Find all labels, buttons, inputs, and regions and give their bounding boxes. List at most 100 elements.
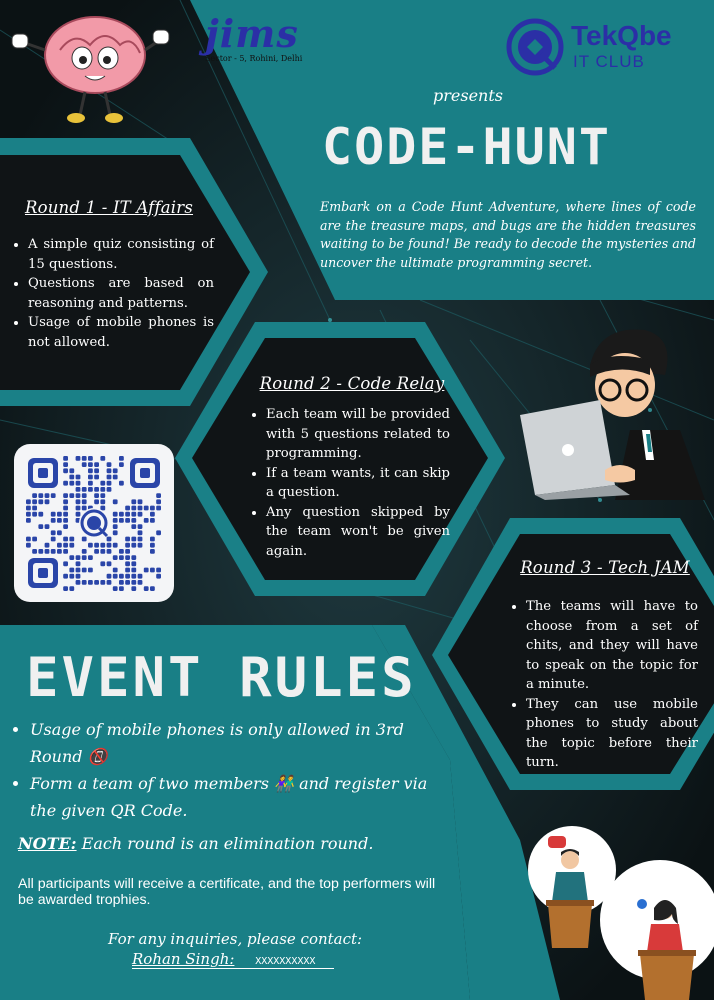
qr-module (94, 580, 99, 585)
qr-module (106, 542, 112, 548)
qr-module (88, 542, 93, 548)
qr-module (63, 518, 68, 523)
qr-module (131, 511, 137, 517)
qr-module (125, 511, 130, 517)
qr-module (119, 511, 124, 517)
qr-module (57, 518, 62, 523)
qr-module (100, 456, 106, 461)
event-rule-text: Form a team of two members (30, 774, 269, 793)
qr-module (112, 474, 118, 480)
qr-module (44, 499, 50, 505)
qr-module (63, 542, 68, 548)
certificate-text: All participants will receive a certific… (18, 876, 436, 908)
qr-module (100, 493, 106, 498)
round-1-point: A simple quiz consisting of 15 questions… (28, 235, 214, 274)
qr-module (112, 555, 118, 560)
qr-module (81, 567, 87, 573)
qr-module (119, 555, 124, 560)
qr-module (38, 524, 44, 529)
qr-module (106, 474, 112, 480)
note: NOTE: Each round is an elimination round… (18, 834, 373, 853)
qr-module (81, 555, 87, 560)
event-tagline: Embark on a Code Hunt Adventure, where l… (320, 199, 696, 270)
qr-module (26, 518, 31, 523)
qr-module (75, 480, 81, 486)
qr-module (150, 542, 155, 548)
contact-number[interactable]: XXXXXXXXXX (255, 956, 315, 967)
qr-module (32, 505, 37, 511)
qr-module (119, 549, 124, 554)
qr-module (81, 456, 87, 461)
round-2-title: Round 2 - Code Relay (259, 374, 445, 393)
qr-module (150, 536, 155, 542)
qr-module (44, 524, 50, 529)
event-rule-item: Usage of mobile phones is only allowed i… (30, 716, 450, 770)
brain-mascot-icon (10, 10, 170, 125)
qr-module (88, 456, 93, 461)
qr-module (131, 524, 137, 529)
note-text: Each round is an elimination round. (81, 834, 374, 853)
event-rule-item: Form a team of two members 👫 and registe… (30, 770, 450, 824)
qr-module (26, 536, 31, 542)
round-1-card: Round 1 - IT Affairs A simple quiz consi… (14, 198, 214, 352)
qr-module (50, 493, 56, 498)
qr-module (150, 586, 155, 591)
qr-module (150, 549, 155, 554)
qr-module (94, 462, 99, 467)
qr-code[interactable] (14, 444, 174, 602)
qr-module (50, 530, 56, 536)
qr-module (44, 493, 50, 498)
qr-module (131, 561, 137, 567)
qr-module (57, 549, 62, 554)
qr-module (81, 499, 87, 505)
qr-module (119, 456, 124, 461)
qr-module (112, 586, 118, 591)
qr-module (137, 530, 143, 536)
round-2-point: Any question skipped by the team won't b… (266, 503, 450, 562)
event-title: CODE-HUNT (322, 118, 611, 176)
qr-module (75, 499, 81, 505)
qr-module (69, 468, 75, 474)
qr-module (112, 511, 118, 517)
qr-module (63, 536, 68, 542)
speakers-at-podium-icon (520, 820, 714, 1000)
qr-module (69, 536, 75, 542)
qr-module (69, 480, 75, 486)
qr-module (131, 586, 137, 591)
qr-module (38, 549, 44, 554)
qr-module (32, 499, 37, 505)
qr-module (119, 462, 124, 467)
note-label: NOTE: (18, 834, 77, 853)
qr-module (106, 573, 112, 579)
qr-module (131, 499, 137, 505)
qr-module (75, 511, 81, 517)
event-rules-heading: EVENT RULES (26, 646, 417, 709)
qr-module (88, 480, 93, 486)
round-2-card: Round 2 - Code Relay Each team will be p… (252, 374, 452, 561)
qr-module (131, 542, 137, 548)
qr-module (26, 499, 31, 505)
jims-logo-text: jims (205, 11, 299, 56)
qr-module (112, 573, 118, 579)
qr-module (143, 518, 149, 523)
qr-module (63, 480, 68, 486)
qr-module (94, 474, 99, 480)
qr-module (94, 549, 99, 554)
qr-module (88, 580, 93, 585)
qr-module (150, 511, 155, 517)
qr-module (69, 573, 75, 579)
qr-module (100, 561, 106, 567)
presents-text: presents (433, 86, 503, 105)
qr-module (156, 493, 161, 498)
qr-module (75, 573, 81, 579)
event-rule-text: Usage of mobile phones is only allowed i… (30, 720, 404, 766)
qr-module (137, 499, 143, 505)
qr-module (143, 586, 149, 591)
poster: jims Sector - 5, Rohini, Delhi TekQbe IT… (0, 0, 714, 1000)
qr-module (150, 505, 155, 511)
qr-module (94, 542, 99, 548)
qr-module (156, 567, 161, 573)
qr-module (88, 487, 93, 492)
qr-module (112, 542, 118, 548)
qr-module (143, 567, 149, 573)
